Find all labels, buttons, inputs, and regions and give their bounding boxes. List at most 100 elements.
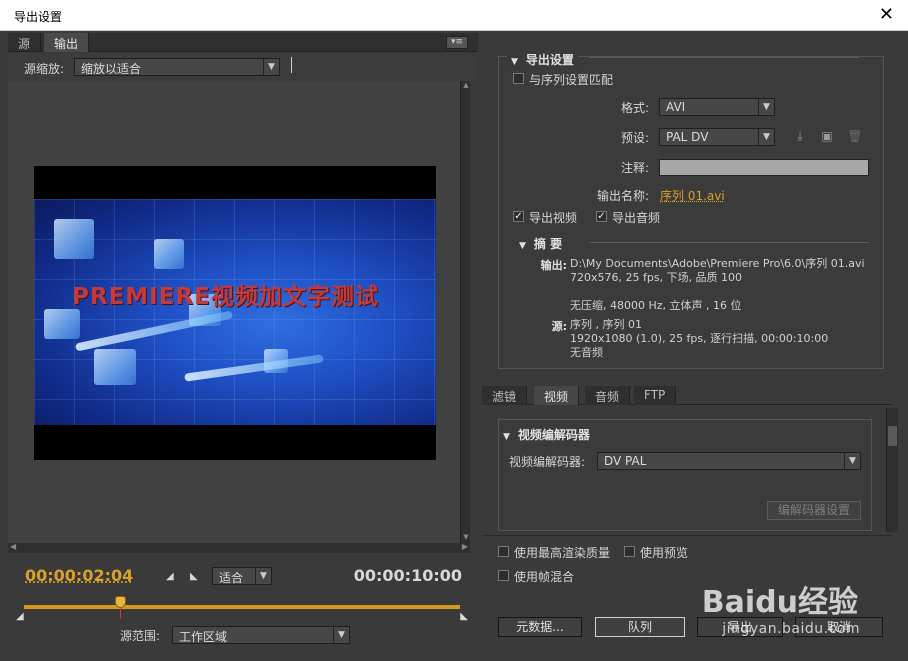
source-scale-row: 源缩放: 缩放以适合 ▼	[8, 53, 478, 81]
output-name-link[interactable]: 序列 01.avi	[660, 187, 725, 204]
summary-output-path: D:\My Documents\Adobe\Premiere Pro\6.0\序…	[570, 257, 865, 270]
scroll-up-icon[interactable]: ▲	[461, 81, 471, 91]
export-settings-dialog: 源 输出 ▾≡ 源缩放: 缩放以适合 ▼ PREMIERE视频加文字测试 ▲ ▼…	[0, 31, 908, 661]
match-sequence-checkbox[interactable]	[513, 73, 524, 84]
summary-source-video: 1920x1080 (1.0), 25 fps, 逐行扫描, 00:00:10:…	[570, 332, 829, 345]
source-scale-value: 缩放以适合	[81, 62, 142, 76]
summary-output-blank	[570, 285, 880, 299]
video-codec-box: ▼ 视频编解码器 视频编解码器: DV PAL ▼ 编解码器设置	[498, 419, 872, 531]
mark-out-icon[interactable]: ◣	[190, 571, 202, 583]
time-row: 00:00:02:04 ◢ ◣ 适合 ▼ 00:00:10:00	[8, 561, 478, 591]
tab-filters[interactable]: 滤镜	[482, 386, 528, 405]
divider	[291, 57, 292, 73]
chevron-down-icon: ▼	[255, 568, 271, 584]
summary-heading[interactable]: ▼ 摘 要	[519, 235, 562, 252]
delete-preset-icon[interactable]: 🗑	[847, 129, 863, 143]
format-select[interactable]: AVI ▼	[659, 98, 775, 116]
video-grid-decoration	[34, 199, 436, 425]
work-area-bar[interactable]	[24, 605, 460, 609]
metadata-button[interactable]: 元数据...	[498, 617, 582, 637]
viewer-vertical-scrollbar[interactable]: ▲ ▼	[460, 81, 470, 543]
export-settings-box: ▼ 导出设置 与序列设置匹配 格式: AVI ▼ 预设: PAL DV ▼ ⤓ ▣…	[498, 51, 884, 369]
collapse-triangle-icon[interactable]: ▼	[519, 241, 526, 251]
collapse-triangle-icon[interactable]: ▼	[511, 57, 518, 67]
scroll-left-icon[interactable]: ◀	[10, 542, 16, 551]
frame-blend-label: 使用帧混合	[514, 570, 575, 584]
codec-settings-button[interactable]: 编解码器设置	[767, 501, 861, 520]
summary-output-audio: 无压缩, 48000 Hz, 立体声 , 16 位	[570, 299, 742, 312]
panel-menu-icon[interactable]: ▾≡	[446, 36, 468, 49]
video-codec-label: 视频编解码器:	[509, 455, 586, 469]
import-preset-icon[interactable]: ▣	[819, 129, 835, 143]
out-point-icon[interactable]: ◣	[460, 611, 468, 622]
settings-panel: ▼ 导出设置 与序列设置匹配 格式: AVI ▼ 预设: PAL DV ▼ ⤓ ▣…	[482, 31, 904, 661]
output-name-label: 输出名称:	[596, 189, 649, 203]
max-quality-checkbox[interactable]	[498, 546, 509, 557]
source-range-row: 源范围: 工作区域 ▼	[8, 623, 478, 647]
video-frame: PREMIERE视频加文字测试	[34, 166, 436, 460]
preset-label: 预设:	[620, 131, 649, 145]
preset-select[interactable]: PAL DV ▼	[659, 128, 775, 146]
window-title: 导出设置	[14, 10, 63, 24]
use-preview-checkbox[interactable]	[624, 546, 635, 557]
source-scale-label: 源缩放:	[24, 62, 65, 76]
playhead-line	[120, 607, 121, 619]
format-label: 格式:	[620, 101, 649, 115]
mark-in-icon[interactable]: ◢	[166, 571, 178, 583]
export-settings-heading[interactable]: ▼ 导出设置	[507, 51, 578, 68]
fit-select[interactable]: 适合 ▼	[212, 567, 272, 585]
watermark-url: jingyan.baidu.com	[722, 621, 860, 637]
collapse-triangle-icon[interactable]: ▼	[503, 432, 510, 442]
video-codec-select[interactable]: DV PAL ▼	[597, 452, 861, 470]
section-rule	[589, 57, 859, 58]
settings-scrollbar-thumb[interactable]	[888, 426, 897, 446]
preview-panel: 源 输出 ▾≡ 源缩放: 缩放以适合 ▼ PREMIERE视频加文字测试 ▲ ▼…	[8, 31, 478, 661]
export-video-checkbox[interactable]: ✓	[513, 211, 524, 222]
video-overlay-text: PREMIERE视频加文字测试	[72, 284, 379, 310]
close-icon[interactable]: ✕	[879, 4, 894, 25]
video-codec-value: DV PAL	[604, 454, 647, 468]
export-audio-label: 导出音频	[612, 211, 661, 225]
source-range-select[interactable]: 工作区域 ▼	[172, 626, 350, 644]
summary-source-audio: 无音频	[570, 346, 603, 359]
source-scale-select[interactable]: 缩放以适合 ▼	[74, 58, 280, 76]
save-preset-icon[interactable]: ⤓	[792, 129, 808, 143]
playhead-handle[interactable]	[115, 596, 126, 608]
video-tile	[154, 239, 184, 269]
title-bar: 导出设置 ✕	[0, 0, 908, 31]
frame-blend-checkbox[interactable]	[498, 570, 509, 581]
in-point-icon[interactable]: ◢	[16, 611, 24, 622]
chevron-down-icon: ▼	[333, 627, 349, 643]
viewer-horizontal-scrollbar[interactable]: ◀ ▶	[8, 542, 470, 553]
video-tile	[54, 219, 94, 259]
scroll-right-icon[interactable]: ▶	[462, 542, 468, 551]
video-preview-image: PREMIERE视频加文字测试	[34, 199, 436, 425]
max-quality-label: 使用最高渲染质量	[514, 546, 611, 560]
tab-output[interactable]: 输出	[44, 33, 90, 52]
video-tile	[94, 349, 136, 385]
comment-label: 注释:	[620, 161, 649, 175]
preview-tabs: 源 输出 ▾≡	[8, 33, 478, 52]
settings-tabs: 滤镜 视频 音频 FTP	[482, 386, 892, 405]
source-range-label: 源范围:	[120, 629, 161, 643]
tab-ftp[interactable]: FTP	[634, 386, 677, 405]
queue-button[interactable]: 队列	[595, 617, 685, 637]
timeline-scrubber[interactable]: ◢ ◣	[16, 596, 468, 622]
video-codec-heading[interactable]: ▼ 视频编解码器	[503, 426, 590, 443]
current-timecode[interactable]: 00:00:02:04	[25, 566, 133, 585]
tab-audio[interactable]: 音频	[585, 386, 631, 405]
fit-select-value: 适合	[219, 571, 244, 585]
comment-input[interactable]	[659, 159, 869, 176]
summary-source-key: 源:	[551, 320, 567, 333]
summary-source-sequence: 序列 , 序列 01	[570, 318, 642, 331]
export-audio-checkbox[interactable]: ✓	[596, 211, 607, 222]
format-value: AVI	[666, 100, 686, 114]
tab-video[interactable]: 视频	[534, 386, 580, 405]
summary-output-key: 输出:	[540, 259, 567, 272]
chevron-down-icon: ▼	[263, 59, 279, 75]
tab-source[interactable]: 源	[8, 33, 42, 52]
chevron-down-icon: ▼	[844, 453, 860, 469]
settings-scrollbar[interactable]	[886, 408, 898, 532]
video-tile	[44, 309, 80, 339]
video-viewer: PREMIERE视频加文字测试	[8, 81, 470, 543]
